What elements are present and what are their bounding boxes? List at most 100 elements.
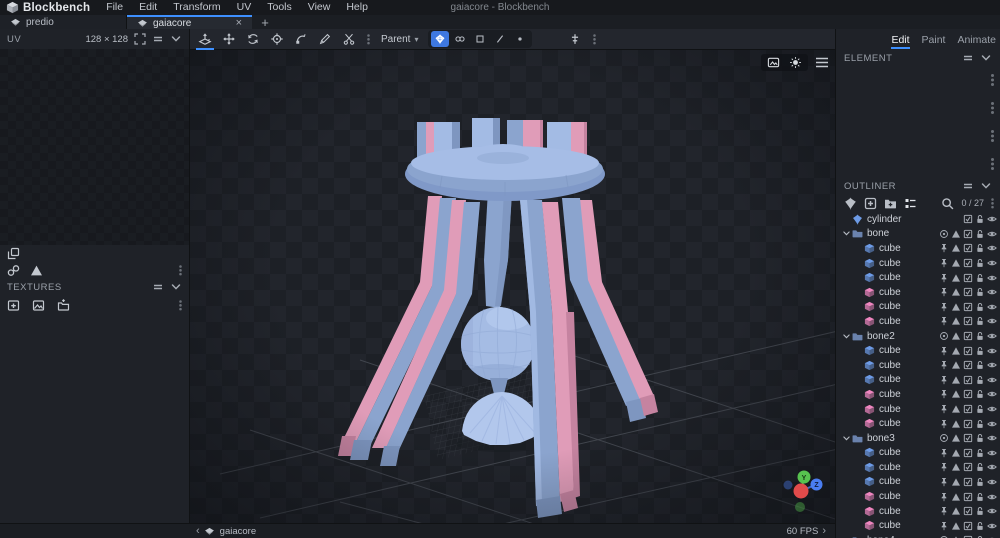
element-row-menu-icon[interactable] bbox=[991, 158, 994, 161]
shade-icon[interactable] bbox=[951, 316, 961, 326]
outliner-row[interactable]: cube bbox=[836, 416, 1000, 431]
export-icon[interactable] bbox=[963, 229, 973, 239]
eye-icon[interactable] bbox=[987, 404, 997, 414]
resize-tool-button[interactable] bbox=[218, 29, 240, 50]
eye-icon[interactable] bbox=[987, 448, 997, 458]
pin-icon[interactable] bbox=[939, 492, 949, 502]
lock-icon[interactable] bbox=[975, 521, 985, 531]
uv-editor-canvas[interactable] bbox=[0, 49, 189, 245]
pin-icon[interactable] bbox=[939, 462, 949, 472]
lock-icon[interactable] bbox=[975, 346, 985, 356]
lock-icon[interactable] bbox=[975, 273, 985, 283]
lock-icon[interactable] bbox=[975, 404, 985, 414]
export-icon[interactable] bbox=[963, 433, 973, 443]
element-row-menu-icon[interactable] bbox=[991, 102, 994, 105]
element-row-menu-icon[interactable] bbox=[991, 74, 994, 77]
search-icon[interactable] bbox=[941, 197, 954, 210]
outliner-row[interactable]: cube bbox=[836, 256, 1000, 271]
outliner-row[interactable]: cube bbox=[836, 241, 1000, 256]
toolbar-menu-icon[interactable] bbox=[594, 34, 597, 37]
export-icon[interactable] bbox=[963, 389, 973, 399]
shade-icon[interactable] bbox=[951, 229, 961, 239]
lock-icon[interactable] bbox=[975, 506, 985, 516]
eye-icon[interactable] bbox=[987, 360, 997, 370]
outliner-row[interactable]: bone3 bbox=[836, 431, 1000, 446]
export-icon[interactable] bbox=[963, 273, 973, 283]
parent-select[interactable]: Parent ▾ bbox=[377, 34, 422, 45]
chevron-down-icon[interactable] bbox=[842, 229, 851, 238]
pivot-tool-button[interactable] bbox=[266, 29, 288, 50]
export-icon[interactable] bbox=[963, 287, 973, 297]
export-icon[interactable] bbox=[963, 492, 973, 502]
brightness-icon[interactable] bbox=[789, 56, 802, 69]
eye-icon[interactable] bbox=[987, 521, 997, 531]
pin-icon[interactable] bbox=[939, 316, 949, 326]
menu-file[interactable]: File bbox=[98, 0, 131, 15]
pin-icon[interactable] bbox=[939, 389, 949, 399]
shade-icon[interactable] bbox=[951, 404, 961, 414]
outliner-view-toggle[interactable] bbox=[904, 197, 917, 210]
lock-icon[interactable] bbox=[975, 419, 985, 429]
pin-icon[interactable] bbox=[939, 273, 949, 283]
export-icon[interactable] bbox=[963, 404, 973, 414]
outliner-row[interactable]: cube bbox=[836, 489, 1000, 504]
outliner-row[interactable]: cube bbox=[836, 504, 1000, 519]
export-icon[interactable] bbox=[963, 331, 973, 341]
add-cube-button[interactable] bbox=[864, 197, 877, 210]
eye-icon[interactable] bbox=[987, 477, 997, 487]
link-mode-button[interactable] bbox=[451, 31, 469, 47]
pin-icon[interactable] bbox=[939, 448, 949, 458]
app-brand[interactable]: Blockbench bbox=[6, 1, 90, 14]
eye-icon[interactable] bbox=[987, 389, 997, 399]
viewport-menu-icon[interactable] bbox=[815, 56, 829, 69]
shade-icon[interactable] bbox=[951, 302, 961, 312]
uv-resolution[interactable]: 128 × 128 bbox=[85, 34, 128, 45]
origin-icon[interactable] bbox=[939, 433, 949, 443]
lock-icon[interactable] bbox=[975, 433, 985, 443]
shade-icon[interactable] bbox=[951, 360, 961, 370]
eye-icon[interactable] bbox=[987, 375, 997, 385]
eye-icon[interactable] bbox=[987, 229, 997, 239]
screenshot-icon[interactable] bbox=[767, 56, 780, 69]
move-tool-button[interactable] bbox=[194, 29, 216, 50]
pin-icon[interactable] bbox=[939, 521, 949, 531]
outliner-row[interactable]: cube bbox=[836, 300, 1000, 315]
link-icon[interactable] bbox=[7, 264, 20, 277]
menu-help[interactable]: Help bbox=[338, 0, 376, 15]
close-tab-icon[interactable]: × bbox=[236, 18, 242, 29]
export-icon[interactable] bbox=[963, 521, 973, 531]
outliner-row[interactable]: cube bbox=[836, 475, 1000, 490]
vertex-mode-button[interactable] bbox=[511, 31, 529, 47]
lock-icon[interactable] bbox=[975, 331, 985, 341]
panel-menu-icon[interactable] bbox=[962, 52, 974, 64]
menu-tools[interactable]: Tools bbox=[259, 0, 300, 15]
import-texture-icon[interactable] bbox=[57, 299, 70, 312]
outliner-row[interactable]: bone2 bbox=[836, 329, 1000, 344]
outliner-row[interactable]: cube bbox=[836, 518, 1000, 533]
outliner-row[interactable]: cube bbox=[836, 460, 1000, 475]
viewport-3d[interactable]: Y Z bbox=[190, 50, 835, 523]
axis-gizmo[interactable]: Y Z bbox=[779, 467, 825, 517]
shade-icon[interactable] bbox=[951, 492, 961, 502]
outliner-menu-icon[interactable] bbox=[991, 198, 994, 201]
textures-menu-icon[interactable] bbox=[179, 300, 182, 303]
collapse-panel-icon[interactable] bbox=[980, 52, 992, 64]
outliner-row[interactable]: cube bbox=[836, 270, 1000, 285]
export-icon[interactable] bbox=[963, 258, 973, 268]
eye-icon[interactable] bbox=[987, 433, 997, 443]
shade-icon[interactable] bbox=[951, 389, 961, 399]
eye-icon[interactable] bbox=[987, 243, 997, 253]
export-icon[interactable] bbox=[963, 477, 973, 487]
outliner-row[interactable]: cube bbox=[836, 285, 1000, 300]
lock-icon[interactable] bbox=[975, 375, 985, 385]
menu-edit[interactable]: Edit bbox=[131, 0, 165, 15]
shade-icon[interactable] bbox=[951, 506, 961, 516]
export-icon[interactable] bbox=[963, 375, 973, 385]
panel-menu-icon[interactable] bbox=[152, 281, 164, 293]
brush-tool-button[interactable] bbox=[314, 29, 336, 50]
eye-icon[interactable] bbox=[987, 258, 997, 268]
shade-icon[interactable] bbox=[951, 243, 961, 253]
outliner-row[interactable]: cube bbox=[836, 446, 1000, 461]
lock-icon[interactable] bbox=[975, 302, 985, 312]
shade-icon[interactable] bbox=[951, 448, 961, 458]
